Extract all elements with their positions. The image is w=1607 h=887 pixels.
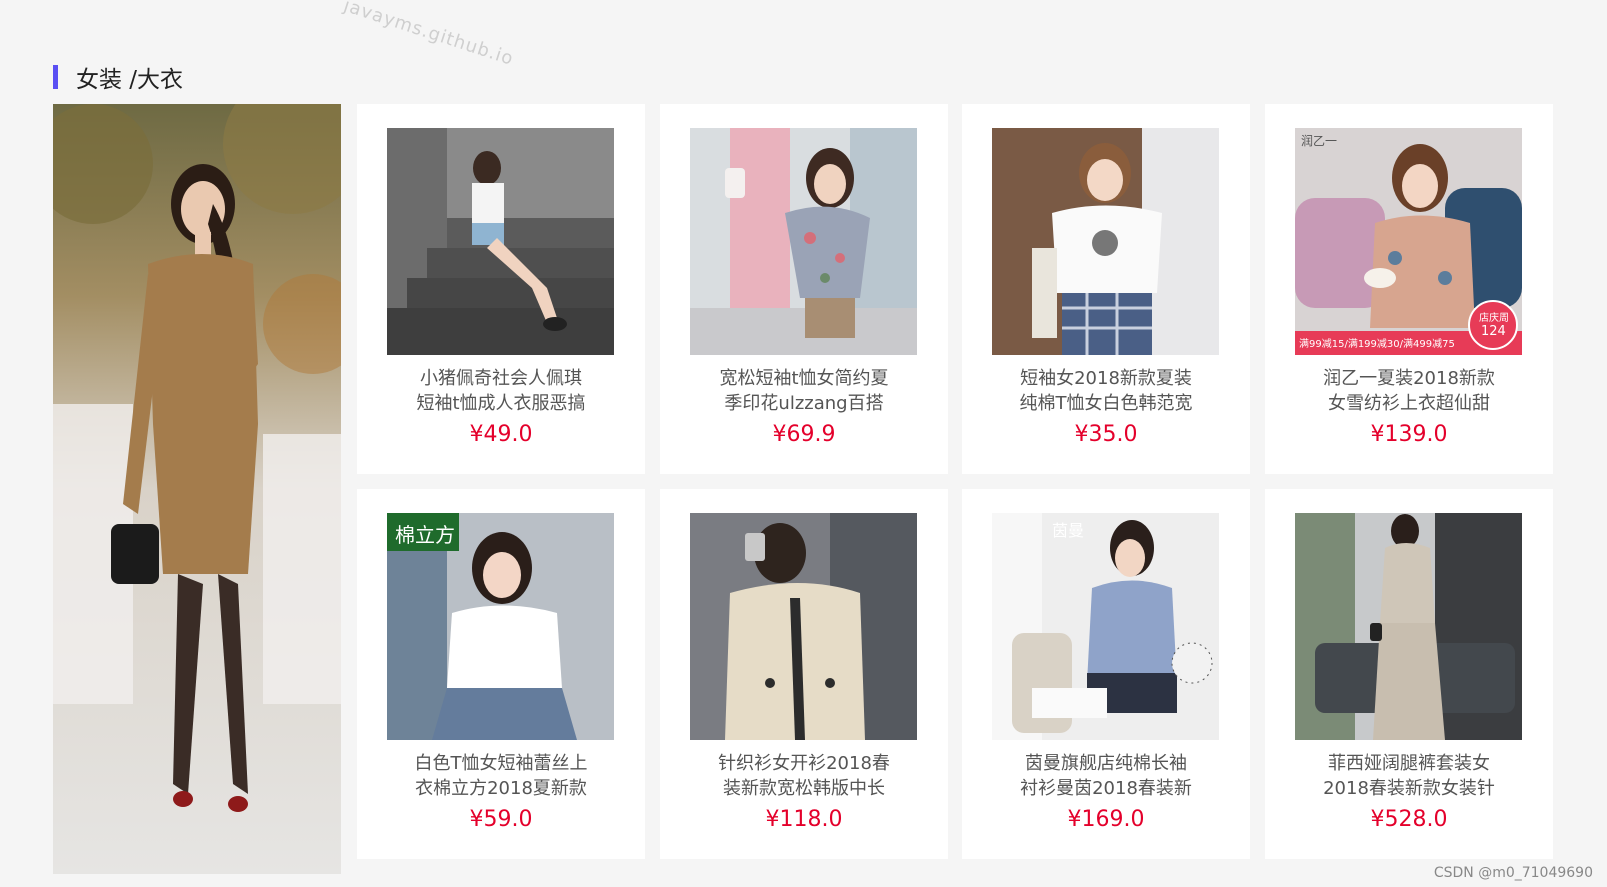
- product-image[interactable]: [690, 513, 917, 740]
- credit-label: CSDN @m0_71049690: [1433, 865, 1593, 881]
- product-image[interactable]: 棉立方: [387, 513, 614, 740]
- product-price: ¥69.9: [772, 422, 836, 447]
- product-name[interactable]: 针织衫女开衫2018春 装新款宽松韩版中长: [700, 751, 908, 801]
- product-name-line2: 纯棉T恤女白色韩范宽: [1019, 393, 1193, 414]
- product-name-line1: 茵曼旗舰店纯棉长袖: [1025, 753, 1187, 774]
- product-card[interactable]: 宽松短袖t恤女简约夏 季印花ulzzang百搭 ¥69.9: [660, 104, 948, 474]
- product-name[interactable]: 宽松短袖t恤女简约夏 季印花ulzzang百搭: [700, 366, 908, 416]
- product-image[interactable]: [387, 128, 614, 355]
- product-name-line1: 润乙一夏装2018新款: [1323, 368, 1495, 389]
- product-card[interactable]: 菲西娅阔腿裤套装女 2018春装新款女装针 ¥528.0: [1265, 489, 1553, 859]
- floral-blouse-photo: [690, 128, 917, 355]
- product-name-line1: 菲西娅阔腿裤套装女: [1328, 753, 1490, 774]
- promo-badge-price: 124: [1481, 324, 1506, 339]
- product-price: ¥35.0: [1074, 422, 1138, 447]
- product-card[interactable]: 茵曼 茵曼旗舰店纯棉长袖 衬衫曼茵2018春装新 ¥169.0: [962, 489, 1250, 859]
- product-name[interactable]: 短袖女2018新款夏装 纯棉T恤女白色韩范宽: [1002, 366, 1210, 416]
- product-name[interactable]: 润乙一夏装2018新款 女雪纺衫上衣超仙甜: [1305, 366, 1513, 416]
- wide-leg-pants-set-photo: [1295, 513, 1522, 740]
- section-accent-bar: [53, 65, 58, 89]
- promo-badge-label: 店庆周: [1479, 313, 1509, 324]
- product-name-line2: 衣棉立方2018夏新款: [415, 778, 587, 799]
- product-price: ¥139.0: [1370, 422, 1448, 447]
- blue-shirt-reading-photo: [992, 513, 1219, 740]
- product-image[interactable]: 润乙一 满99减15/满199减30/满499减75 店庆周 124: [1295, 128, 1522, 355]
- product-price: ¥49.0: [469, 422, 533, 447]
- product-price: ¥59.0: [469, 807, 533, 832]
- product-name[interactable]: 小猪佩奇社会人佩琪 短袖t恤成人衣服恶搞: [397, 366, 605, 416]
- product-price: ¥528.0: [1370, 807, 1448, 832]
- product-card[interactable]: 短袖女2018新款夏装 纯棉T恤女白色韩范宽 ¥35.0: [962, 104, 1250, 474]
- promo-brand-label: 润乙一: [1301, 134, 1338, 148]
- product-name-line1: 小猪佩奇社会人佩琪: [420, 368, 582, 389]
- product-name-line2: 女雪纺衫上衣超仙甜: [1328, 393, 1490, 414]
- girl-on-stairs-photo: [387, 128, 614, 355]
- product-image[interactable]: [690, 128, 917, 355]
- section-title: 女装 /大衣: [76, 67, 184, 93]
- white-tshirt-plaid-skirt-photo: [992, 128, 1219, 355]
- promo-brand-label: 棉立方: [395, 523, 455, 547]
- promo-strip-label: 满99减15/满199减30/满499减75: [1299, 339, 1455, 350]
- product-price: ¥169.0: [1067, 807, 1145, 832]
- product-price: ¥118.0: [765, 807, 843, 832]
- product-image[interactable]: [1295, 513, 1522, 740]
- product-name-line2: 季印花ulzzang百搭: [724, 393, 884, 414]
- watermark: javayms.github.io: [341, 0, 517, 70]
- promo-brand-label: 茵曼: [1052, 521, 1085, 540]
- product-name[interactable]: 白色T恤女短袖蕾丝上 衣棉立方2018夏新款: [397, 751, 605, 801]
- product-card[interactable]: 润乙一 满99减15/满199减30/满499减75 店庆周 124 润乙一夏装…: [1265, 104, 1553, 474]
- product-image[interactable]: [992, 128, 1219, 355]
- product-name-line2: 短袖t恤成人衣服恶搞: [416, 393, 586, 414]
- product-name-line1: 短袖女2018新款夏装: [1020, 368, 1192, 389]
- product-name-line2: 2018春装新款女装针: [1323, 778, 1495, 799]
- product-grid: 小猪佩奇社会人佩琪 短袖t恤成人衣服恶搞 ¥49.0 宽松短袖t恤女简约夏 季印…: [357, 104, 1555, 874]
- page: javayms.github.io 女装 /大衣 小猪佩奇社会人佩琪 短袖t恤成…: [0, 0, 1607, 887]
- section-header: 女装 /大衣: [53, 60, 183, 94]
- product-name-line1: 针织衫女开衫2018春: [718, 753, 890, 774]
- banner-photo: [53, 104, 341, 874]
- knit-cardigan-selfie-photo: [690, 513, 917, 740]
- product-name-line2: 装新款宽松韩版中长: [723, 778, 885, 799]
- product-name-line1: 白色T恤女短袖蕾丝上: [414, 753, 588, 774]
- product-name-line1: 宽松短袖t恤女简约夏: [719, 368, 889, 389]
- product-card[interactable]: 棉立方 白色T恤女短袖蕾丝上 衣棉立方2018夏新款 ¥59.0: [357, 489, 645, 859]
- product-name[interactable]: 茵曼旗舰店纯棉长袖 衬衫曼茵2018春装新: [1002, 751, 1210, 801]
- product-image[interactable]: 茵曼: [992, 513, 1219, 740]
- product-card[interactable]: 针织衫女开衫2018春 装新款宽松韩版中长 ¥118.0: [660, 489, 948, 859]
- product-card[interactable]: 小猪佩奇社会人佩琪 短袖t恤成人衣服恶搞 ¥49.0: [357, 104, 645, 474]
- product-name-line2: 衬衫曼茵2018春装新: [1020, 778, 1192, 799]
- product-name[interactable]: 菲西娅阔腿裤套装女 2018春装新款女装针: [1305, 751, 1513, 801]
- category-banner[interactable]: [53, 104, 341, 874]
